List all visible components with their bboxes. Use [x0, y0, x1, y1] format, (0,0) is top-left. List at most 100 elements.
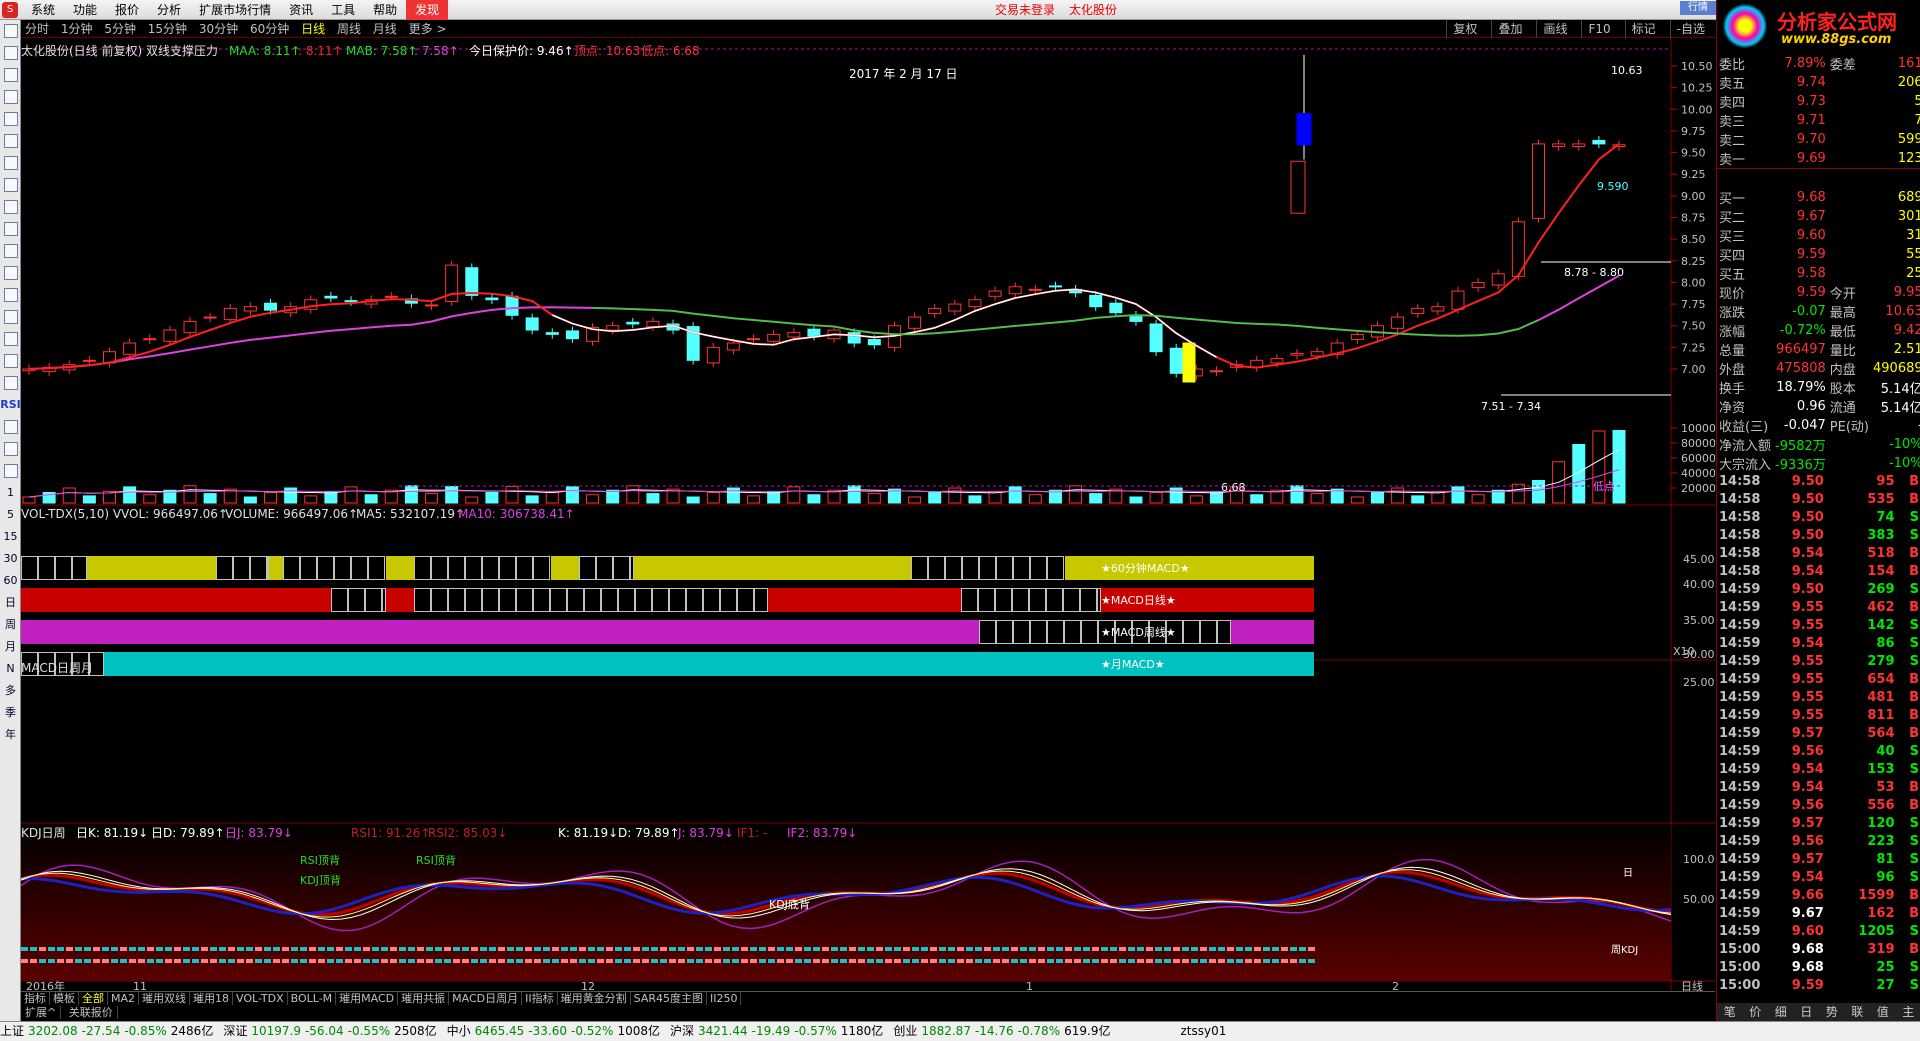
f10-button[interactable]: F10 — [1581, 20, 1616, 38]
index-quote[interactable]: 中小 6465.45 -33.60 -0.52% 1008亿 — [447, 1024, 664, 1038]
index-quote[interactable]: 创业 1882.87 -14.76 -0.78% 619.9亿 — [893, 1024, 1114, 1038]
period-shortcut[interactable]: 1 — [0, 482, 21, 504]
tool-icon[interactable] — [0, 152, 21, 174]
tool-icon[interactable] — [0, 174, 21, 196]
tool-icon[interactable] — [0, 196, 21, 218]
quote-tab[interactable]: 笔 — [1724, 1003, 1736, 1021]
period-shortcut[interactable]: 月 — [0, 636, 21, 658]
tool-icon[interactable] — [0, 262, 21, 284]
kline-chart-area[interactable]: ★60分钟MACD★ ★MACD日线★ ★MACD周线★ ★月MACD★ 10.50 1… — [21, 38, 1715, 991]
tool-icon[interactable] — [0, 306, 21, 328]
period-tab-daily[interactable]: 日线 — [301, 22, 325, 36]
period-shortcut[interactable]: 日 — [0, 592, 21, 614]
indicator-tab[interactable]: 璀用黄金分割 — [557, 992, 631, 1005]
menu-item[interactable]: 报价 — [106, 0, 148, 20]
kdj-stripe — [759, 959, 766, 963]
quote-tab[interactable]: 日 — [1800, 1003, 1812, 1021]
tool-icon[interactable] — [0, 218, 21, 240]
rsi-tool[interactable]: RSI — [0, 394, 21, 416]
index-quote[interactable]: 沪深 3421.44 -19.49 -0.57% 1180亿 — [670, 1024, 887, 1038]
period-tab[interactable]: 月线 — [373, 22, 397, 36]
indicator-tab[interactable]: SAR45度主图 — [630, 992, 707, 1005]
indicator-tab[interactable]: 指标 — [21, 992, 50, 1005]
period-shortcut[interactable]: 周 — [0, 614, 21, 636]
tool-icon[interactable] — [0, 372, 21, 394]
watchlist-button[interactable]: -自选 — [1669, 20, 1711, 38]
period-tab[interactable]: 60分钟 — [250, 22, 289, 36]
period-shortcut[interactable]: 60 — [0, 570, 21, 592]
quote-window-button[interactable]: 行情 — [1680, 1, 1716, 15]
overlay-button[interactable]: 叠加 — [1491, 20, 1528, 38]
candle-body — [747, 338, 761, 341]
quote-tab[interactable]: 势 — [1826, 1003, 1838, 1021]
tool-icon[interactable] — [0, 438, 21, 460]
tool-icon[interactable] — [0, 240, 21, 262]
indicator-tab[interactable]: 璀用MACD — [336, 992, 399, 1005]
period-shortcut[interactable]: 季 — [0, 702, 21, 724]
tool-icon[interactable] — [0, 350, 21, 372]
app-logo-icon[interactable]: S — [2, 2, 18, 18]
tool-icon[interactable] — [0, 130, 21, 152]
period-shortcut[interactable]: 年 — [0, 724, 21, 746]
tool-icon[interactable] — [0, 64, 21, 86]
menu-item[interactable]: 资讯 — [280, 0, 322, 20]
tool-icon[interactable] — [0, 42, 21, 64]
quote-tab[interactable]: 主 — [1902, 1003, 1914, 1021]
period-shortcut[interactable]: 5 — [0, 504, 21, 526]
tick-cell: S — [1909, 978, 1919, 993]
kdj-if1: IF1: - — [737, 826, 767, 840]
tick-cell: 14:59 — [1719, 690, 1761, 705]
period-tab[interactable]: 周线 — [337, 22, 361, 36]
draw-line-button[interactable]: 画线 — [1536, 20, 1573, 38]
tool-icon[interactable] — [0, 108, 21, 130]
period-tab[interactable]: 15分钟 — [148, 22, 187, 36]
quote-tab[interactable]: 值 — [1877, 1003, 1889, 1021]
period-more[interactable]: 更多 > — [409, 22, 447, 36]
indicator-tab[interactable]: 模板 — [50, 992, 79, 1005]
period-shortcut[interactable]: 15 — [0, 526, 21, 548]
menu-item[interactable]: 功能 — [64, 0, 106, 20]
menu-item[interactable]: 扩展市场行情 — [190, 0, 280, 20]
quote-cell: 9.59 — [1796, 246, 1826, 262]
index-quote[interactable]: 深证 10197.9 -56.04 -0.55% 2508亿 — [223, 1024, 440, 1038]
indicator-tab[interactable]: 璀用双线 — [139, 992, 191, 1005]
menu-item[interactable]: 工具 — [322, 0, 364, 20]
menu-item-active[interactable]: 发现 — [406, 0, 449, 20]
expand-button[interactable]: 扩展^ — [21, 1006, 62, 1019]
quote-tab[interactable]: 价 — [1749, 1003, 1761, 1021]
tool-icon[interactable] — [0, 20, 21, 42]
tool-icon[interactable] — [0, 284, 21, 306]
tool-icon[interactable] — [0, 460, 21, 482]
tool-icon[interactable] — [0, 416, 21, 438]
kdj-stripe — [624, 947, 631, 951]
period-tab[interactable]: 分时 — [25, 22, 49, 36]
period-tab[interactable]: 30分钟 — [199, 22, 238, 36]
indicator-tab[interactable]: 璀用共振 — [398, 992, 450, 1005]
period-tab[interactable]: 5分钟 — [104, 22, 136, 36]
indicator-tab[interactable]: MA2 — [108, 992, 140, 1005]
quote-tab[interactable]: 联 — [1851, 1003, 1863, 1021]
indicator-tab[interactable]: II指标 — [522, 992, 558, 1005]
menu-item[interactable]: 系统 — [22, 0, 64, 20]
period-shortcut[interactable]: N — [0, 658, 21, 680]
related-quote-button[interactable]: 关联报价 — [64, 1006, 118, 1019]
period-shortcut[interactable]: 多 — [0, 680, 21, 702]
menu-item[interactable]: 帮助 — [364, 0, 406, 20]
index-quote[interactable]: 上证 3202.08 -27.54 -0.85% 2486亿 — [0, 1024, 217, 1038]
indicator-tab[interactable]: VOL-TDX — [233, 992, 288, 1005]
indicator-tab[interactable]: 璀用18 — [190, 992, 234, 1005]
login-status[interactable]: 交易未登录 — [995, 3, 1055, 17]
period-shortcut[interactable]: 30 — [0, 548, 21, 570]
quote-tab[interactable]: 细 — [1775, 1003, 1787, 1021]
tool-icon[interactable] — [0, 86, 21, 108]
indicator-tab[interactable]: 全部 — [79, 992, 108, 1005]
indicator-tab[interactable]: II250 — [707, 992, 742, 1005]
period-tab[interactable]: 1分钟 — [61, 22, 93, 36]
mark-button[interactable]: 标记 — [1624, 20, 1662, 38]
menu-item[interactable]: 分析 — [148, 0, 190, 20]
tool-icon[interactable] — [0, 328, 21, 350]
fuquan-button[interactable]: 复权 — [1446, 20, 1483, 38]
index-value: -19.49 — [751, 1024, 791, 1038]
indicator-tab[interactable]: MACD日周月 — [449, 992, 523, 1005]
indicator-tab[interactable]: BOLL-M — [287, 992, 337, 1005]
